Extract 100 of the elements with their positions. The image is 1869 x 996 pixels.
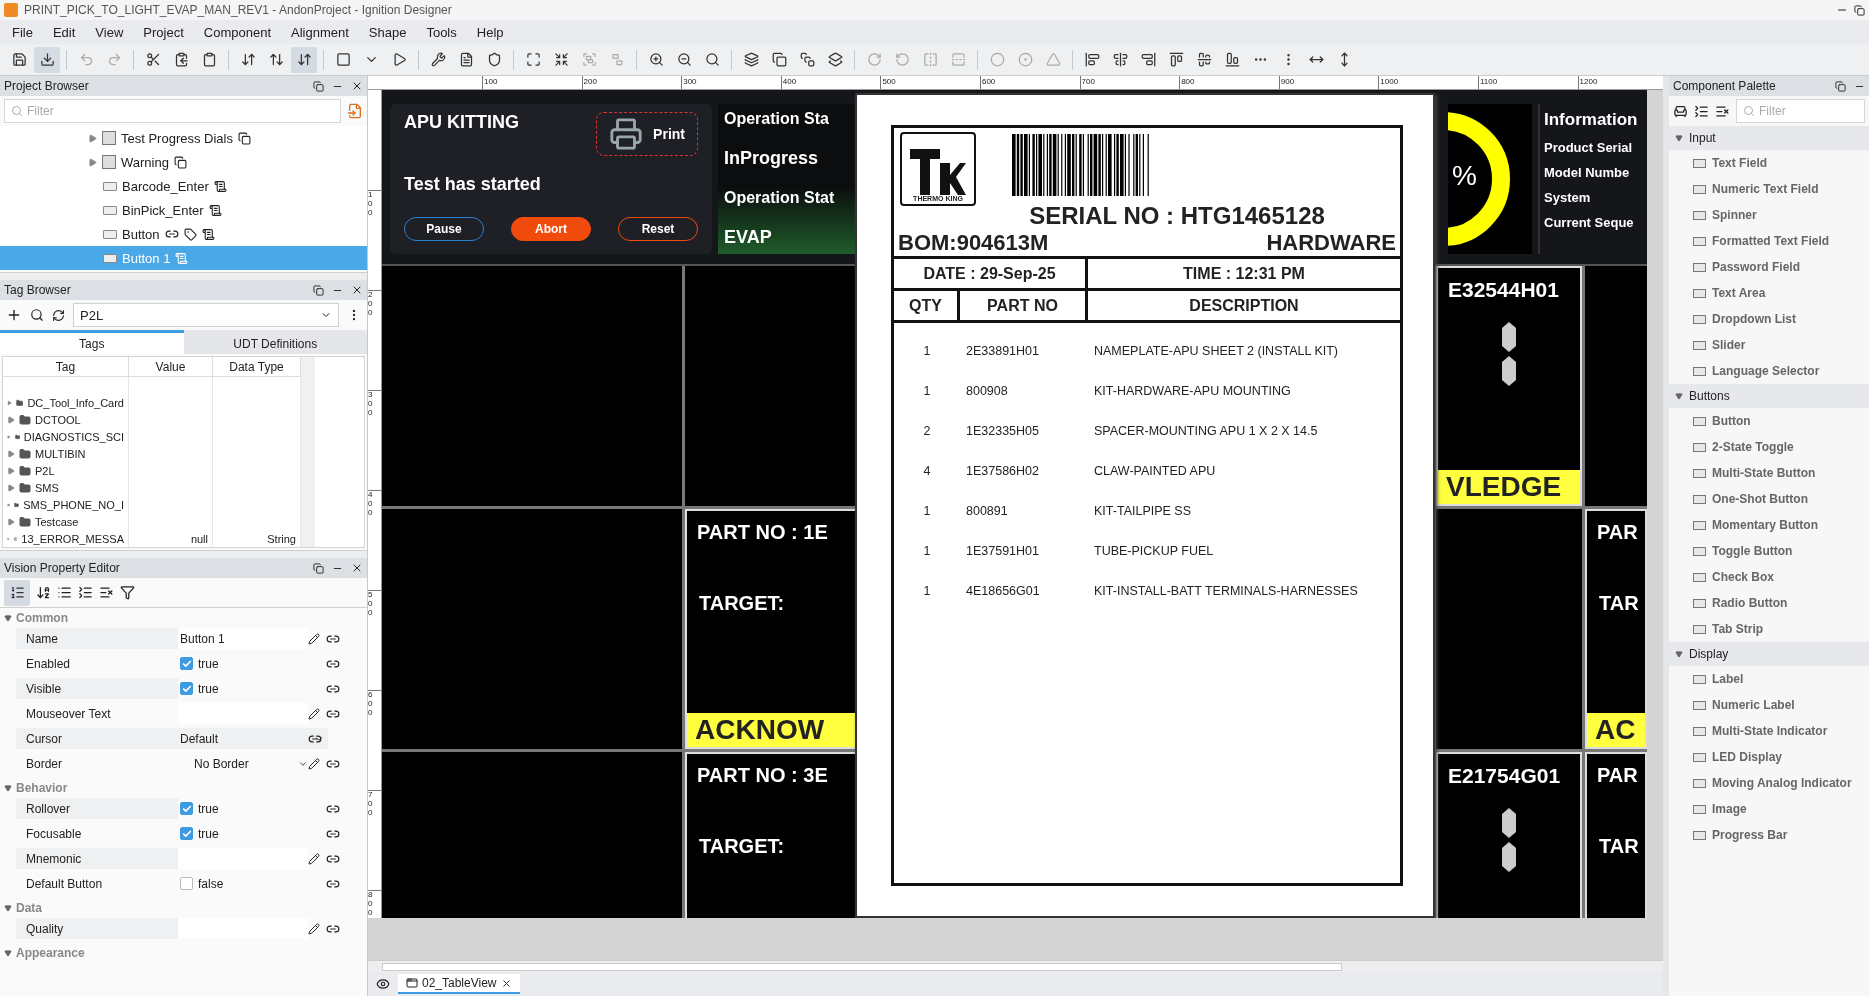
palette-item[interactable]: Formatted Text Field [1669,228,1869,254]
menu-item[interactable]: Tools [418,22,465,42]
edit-icon[interactable] [308,707,320,720]
checkbox[interactable] [180,682,193,695]
palette-item[interactable]: Check Box [1669,564,1869,590]
palette-item[interactable]: Moving Analog Indicator [1669,770,1869,796]
palette-item[interactable]: Dropdown List [1669,306,1869,332]
tab[interactable]: UDT Definitions [183,330,367,354]
close-icon[interactable] [351,562,363,574]
palette-item[interactable]: Momentary Button [1669,512,1869,538]
collapse-all-icon[interactable] [99,585,114,600]
edit-icon[interactable] [308,757,320,770]
tree-item[interactable]: Test Progress Dials [0,126,367,150]
tab[interactable]: Tags [0,330,184,354]
menu-item[interactable]: View [87,22,132,42]
palette-item[interactable]: Text Field [1669,150,1869,176]
menu-item[interactable]: Alignment [283,22,357,42]
property-value-field[interactable] [178,848,308,869]
add-icon[interactable] [6,307,22,323]
action-button[interactable]: Abort [511,217,591,241]
tag-name[interactable]: DCTOOL [35,413,81,426]
tag-name[interactable]: MULTIBIN [35,447,86,460]
tag-name[interactable]: 13_ERROR_MESSA [21,532,124,545]
property-value-field[interactable] [178,918,308,939]
horizontal-scrollbar[interactable] [368,960,1663,972]
palette-item[interactable]: Multi-State Button [1669,460,1869,486]
tag-name[interactable]: DIAGNOSTICS_SCI [23,430,124,443]
palette-item[interactable]: Numeric Label [1669,692,1869,718]
palette-item[interactable]: Toggle Button [1669,538,1869,564]
checkbox[interactable] [180,802,193,815]
property-dropdown[interactable]: Default [178,728,328,749]
collapse-arrow-icon[interactable] [4,949,12,957]
tree-item[interactable]: Barcode_Enter [0,174,367,198]
filter-icon[interactable] [120,585,135,600]
scrollbar[interactable] [301,357,315,547]
checkbox[interactable] [180,877,193,890]
palette-item[interactable]: Label [1669,666,1869,692]
palette-item[interactable]: One-Shot Button [1669,486,1869,512]
menu-item[interactable]: Component [195,22,279,42]
tag-name[interactable]: SMS [35,481,59,494]
sort-icon[interactable] [36,585,51,600]
property-dropdown[interactable]: No Border [178,753,308,774]
tree-item[interactable]: Button [0,222,367,246]
palette-item[interactable]: Text Area [1669,280,1869,306]
property-value-field[interactable] [178,703,308,724]
menu-item[interactable]: File [4,22,41,42]
preview-icon[interactable] [376,977,390,991]
palette-item[interactable]: Progress Bar [1669,822,1869,848]
tag-name[interactable]: Testcase [35,515,79,528]
restore-icon[interactable] [1854,4,1865,16]
palette-section[interactable]: Input [1669,126,1869,150]
palette-item[interactable]: Tab Strip [1669,616,1869,642]
property-value-field[interactable]: Button 1 [178,628,308,649]
float-icon[interactable] [313,80,324,92]
expand-arrow-icon[interactable] [88,133,97,143]
palette-item[interactable]: Language Selector [1669,358,1869,384]
checkbox[interactable] [180,827,193,840]
print-button[interactable]: Print [596,112,698,156]
expand-arrow-icon[interactable] [88,157,97,167]
collapse-arrow-icon[interactable] [4,784,12,792]
palette-item[interactable]: Button [1669,408,1869,434]
menu-item[interactable]: Project [135,22,192,42]
collapse-arrow-icon[interactable] [4,904,12,912]
expand-all-icon[interactable] [78,585,93,600]
collapse-all-icon[interactable] [1715,103,1730,119]
categorized-icon[interactable] [4,579,30,606]
close-icon[interactable] [351,80,363,92]
palette-item[interactable]: Spinner [1669,202,1869,228]
tree-item[interactable]: Warning [0,150,367,174]
expand-all-icon[interactable] [1694,103,1709,119]
edit-icon[interactable] [308,632,320,645]
palette-section[interactable]: Buttons [1669,384,1869,408]
menu-item[interactable]: Shape [360,22,415,42]
arrows-icon[interactable] [291,46,317,73]
tree-item[interactable]: BinPick_Enter [0,198,367,222]
tag-name[interactable]: DC_Tool_Info_Card [27,396,124,409]
float-icon[interactable] [313,284,324,296]
palette-item[interactable]: Numeric Text Field [1669,176,1869,202]
palette-item[interactable]: Radio Button [1669,590,1869,616]
tag-name[interactable]: P2L [35,464,55,477]
palette-item[interactable]: LED Display [1669,744,1869,770]
menu-item[interactable]: Help [468,22,512,42]
palette-item[interactable]: 2-State Toggle [1669,434,1869,460]
checkbox[interactable] [180,657,193,670]
palette-item[interactable]: Password Field [1669,254,1869,280]
float-icon[interactable] [313,562,324,574]
list-icon[interactable] [57,585,72,600]
tag-name[interactable]: SMS_PHONE_NO_I [23,498,124,511]
tag-provider-dropdown[interactable]: P2L [73,303,339,327]
window-tab[interactable]: 02_TableView [398,974,520,994]
refresh-icon[interactable] [52,308,65,322]
edit-icon[interactable] [308,922,320,935]
edit-icon[interactable] [308,852,320,865]
palette-item[interactable]: Image [1669,796,1869,822]
collapse-arrow-icon[interactable] [4,614,12,622]
menu-item[interactable]: Edit [44,22,84,42]
search-icon[interactable] [30,308,44,322]
close-icon[interactable] [500,977,512,989]
palette-section[interactable]: Display [1669,642,1869,666]
palette-item[interactable]: Slider [1669,332,1869,358]
